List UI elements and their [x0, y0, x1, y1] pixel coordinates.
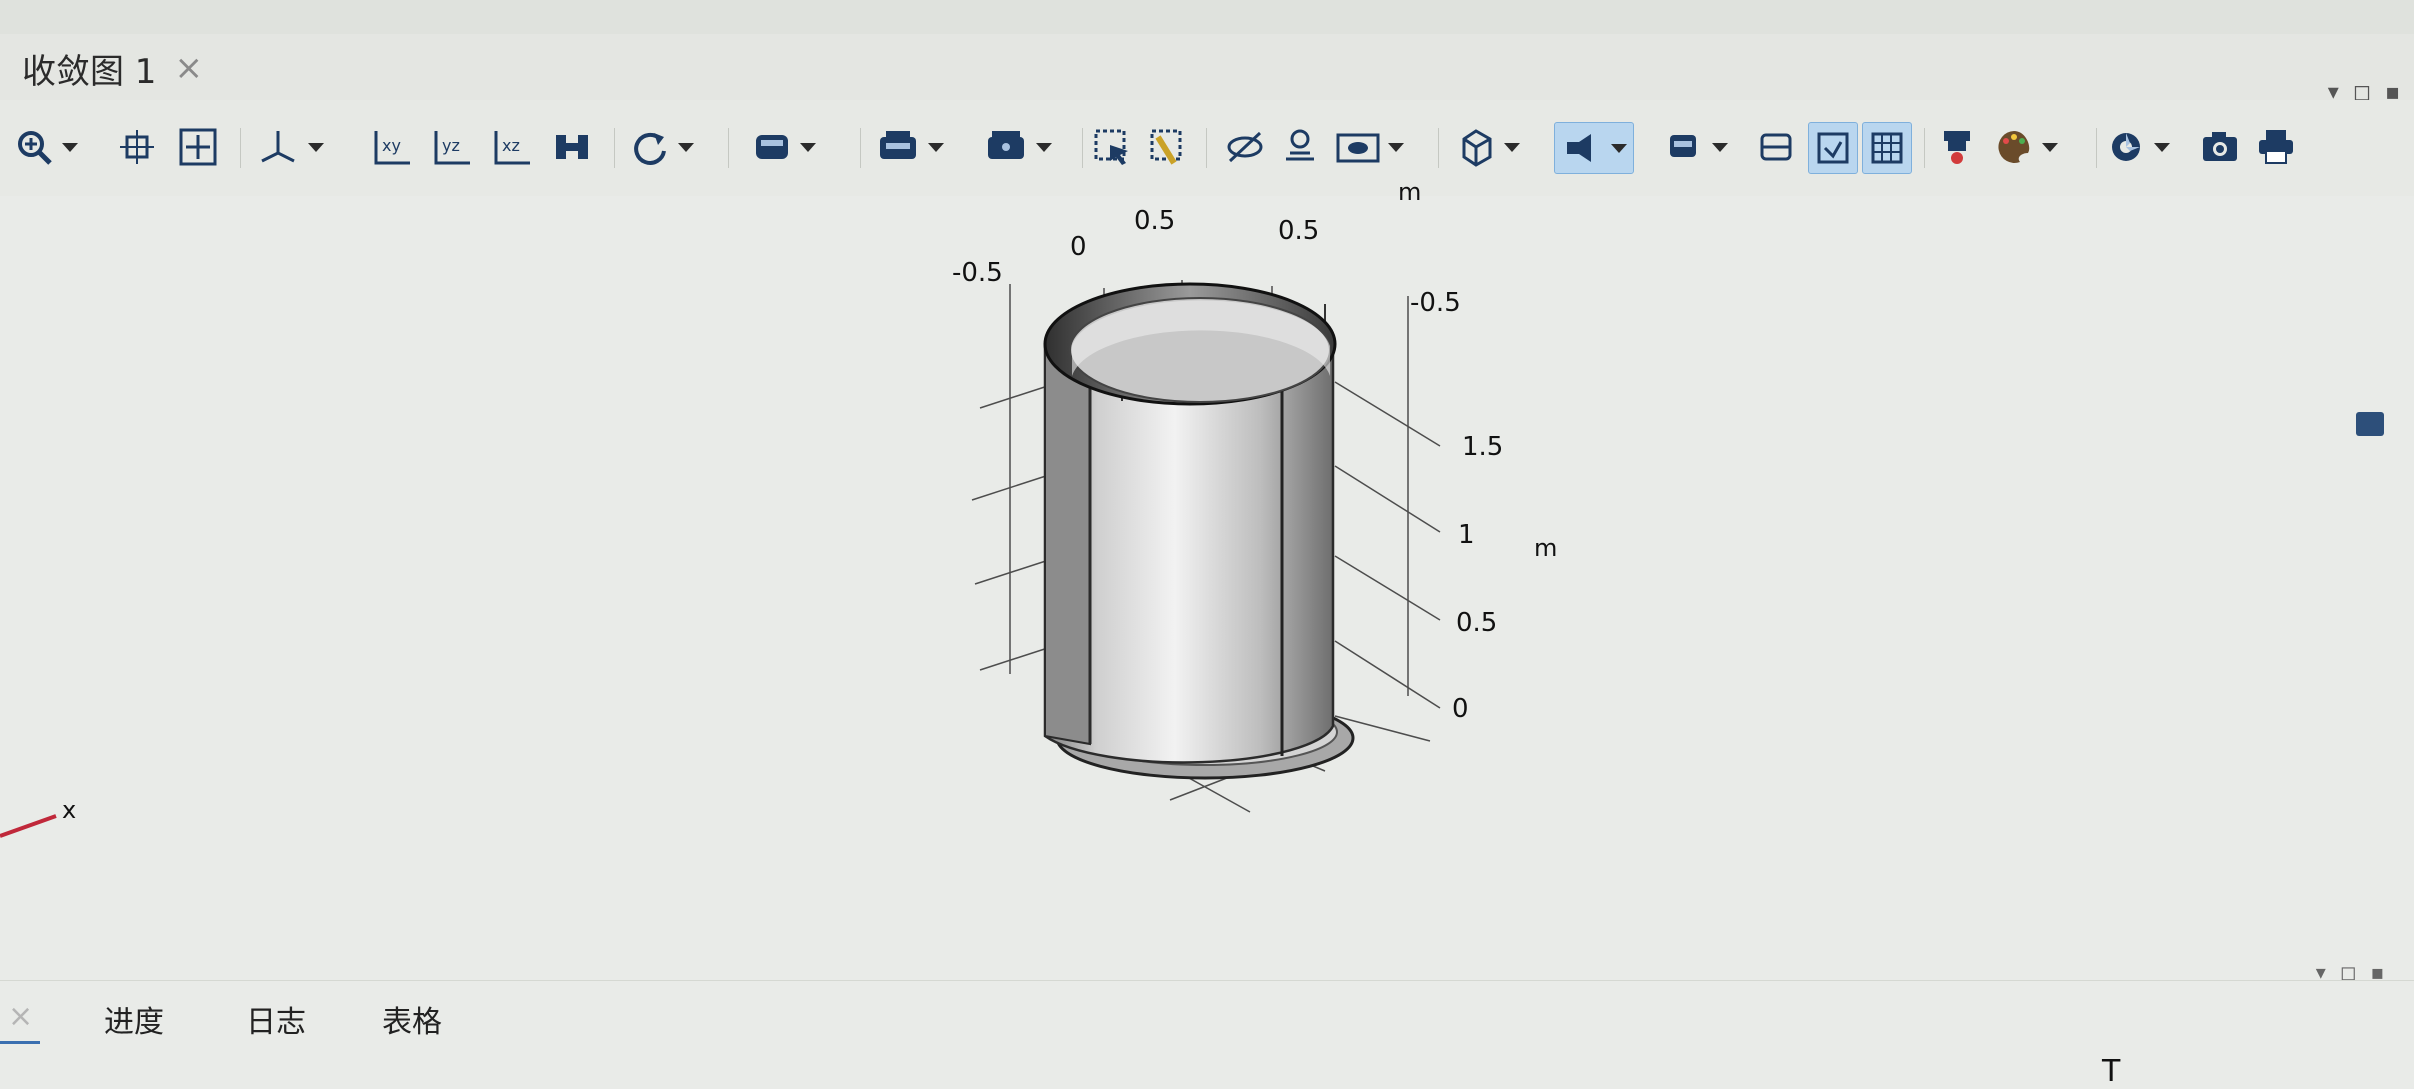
- wire-icon[interactable]: [1808, 122, 1858, 174]
- hide-icon[interactable]: [1224, 122, 1266, 172]
- grid-toggle-icon[interactable]: [1862, 122, 1912, 174]
- svg-text:xz: xz: [502, 136, 520, 155]
- color-icon[interactable]: [1938, 122, 1978, 172]
- svg-text:yz: yz: [442, 136, 460, 155]
- tab-log[interactable]: 日志: [246, 997, 306, 1041]
- tab-convergence-plot[interactable]: 收敛图 1 ×: [22, 46, 203, 92]
- camera-view-icon[interactable]: [1336, 122, 1404, 172]
- palette-icon[interactable]: [1994, 122, 2058, 172]
- tick-label: 0.5: [1456, 608, 1498, 638]
- close-icon[interactable]: ×: [8, 999, 33, 1034]
- active-tab-indicator: [0, 1041, 40, 1044]
- graphics-options-button[interactable]: [2356, 412, 2384, 436]
- cylinder-geometry: [971, 280, 1441, 813]
- select-objects-icon[interactable]: [984, 122, 1052, 172]
- axis-unit-top: m: [1398, 178, 1422, 206]
- render-mode-icon[interactable]: [752, 122, 816, 172]
- rotate-icon[interactable]: [630, 122, 694, 172]
- show-icon[interactable]: [1280, 122, 1320, 172]
- grid-icon[interactable]: [1456, 122, 1520, 172]
- text-cursor-icon: T: [2102, 1054, 2121, 1089]
- graphics-toolbar: xy yz xz: [0, 100, 2414, 196]
- wireframe-icon[interactable]: [1092, 122, 1132, 172]
- xz-view-icon[interactable]: xz: [492, 122, 534, 172]
- settings-icon[interactable]: [2106, 122, 2170, 172]
- tick-label: 0.5: [1134, 206, 1176, 236]
- graphics-window[interactable]: -0.5 0 0.5 0.5 -0.5 m 1.5 1 0.5 0 m x: [0, 178, 2414, 946]
- close-icon[interactable]: ×: [174, 48, 203, 88]
- tick-label: -0.5: [952, 258, 1003, 288]
- axis-unit-right: m: [1534, 534, 1558, 562]
- select-box-icon[interactable]: [876, 122, 944, 172]
- tick-label: 0: [1452, 694, 1469, 724]
- transparency-icon[interactable]: [1148, 122, 1188, 172]
- tab-progress[interactable]: 进度: [104, 997, 164, 1041]
- bottom-tab-bar: × 进度 日志 表格: [0, 980, 2414, 1051]
- tab-bar: 收敛图 1 × ▾ ◻ ▪: [0, 34, 2414, 105]
- light-icon[interactable]: [1554, 122, 1634, 174]
- top-strip: [0, 0, 2414, 35]
- tab-label: 收敛图 1: [22, 51, 157, 92]
- scene-icon[interactable]: [1664, 122, 1728, 172]
- yz-view-icon[interactable]: yz: [432, 122, 474, 172]
- tick-label: -0.5: [1410, 288, 1461, 318]
- default-view-icon[interactable]: [552, 122, 592, 172]
- tick-label: 1.5: [1462, 432, 1504, 462]
- axis-label-x: x: [62, 796, 77, 824]
- tab-table[interactable]: 表格: [382, 997, 442, 1041]
- axis-orient-icon[interactable]: [258, 122, 324, 172]
- svg-text:xy: xy: [382, 136, 401, 155]
- plane-icon[interactable]: [1756, 122, 1796, 172]
- tick-label: 1: [1458, 520, 1475, 550]
- zoom-icon[interactable]: [14, 122, 78, 172]
- tick-label: 0: [1070, 232, 1087, 262]
- zoom-extents-icon[interactable]: [118, 122, 156, 172]
- zoom-box-icon[interactable]: [178, 122, 218, 172]
- print-icon[interactable]: [2256, 122, 2296, 172]
- screenshot-icon[interactable]: [2200, 122, 2240, 172]
- xy-view-icon[interactable]: xy: [372, 122, 414, 172]
- tick-label: 0.5: [1278, 216, 1320, 246]
